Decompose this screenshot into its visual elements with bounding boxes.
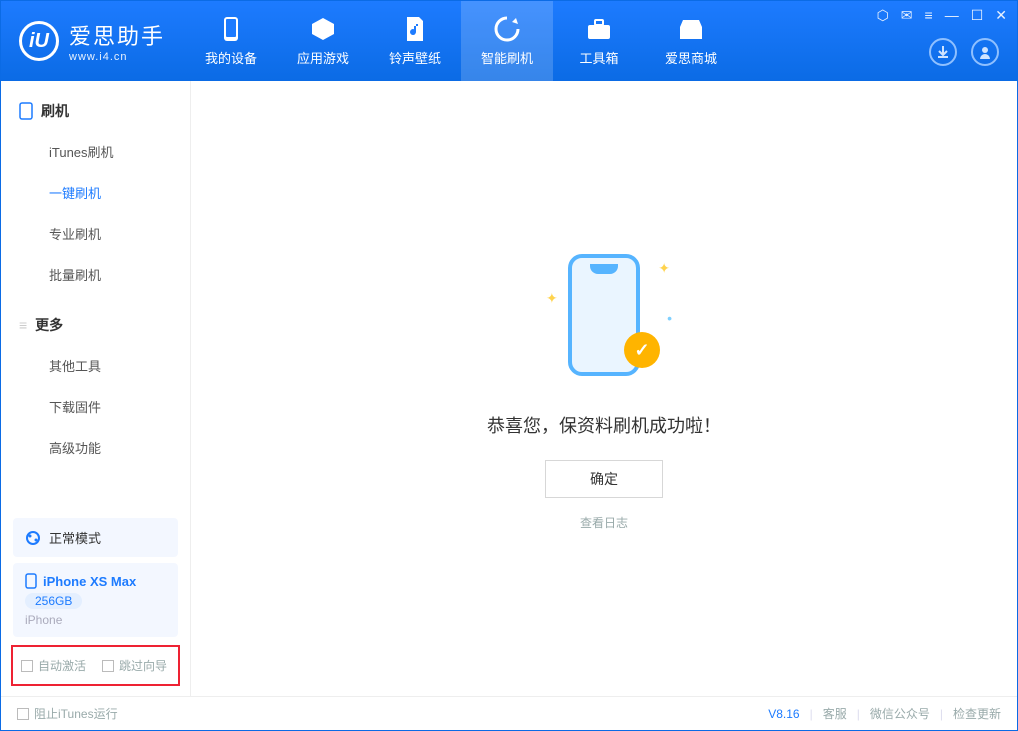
device-type: iPhone xyxy=(25,613,166,627)
tab-ringtone-wallpaper[interactable]: 铃声壁纸 xyxy=(369,1,461,81)
sparkle-icon: • xyxy=(667,310,672,326)
tab-label: 爱思商城 xyxy=(665,48,717,67)
device-name: iPhone XS Max xyxy=(43,574,136,589)
file-music-icon xyxy=(402,16,428,42)
list-icon: ≡ xyxy=(19,317,27,333)
sidebar-group-flash: 刷机 iTunes刷机 一键刷机 专业刷机 批量刷机 xyxy=(1,81,190,295)
minimize-button[interactable]: — xyxy=(945,7,959,24)
phone-small-icon xyxy=(25,573,37,589)
mode-label: 正常模式 xyxy=(49,528,101,547)
mode-card[interactable]: 正常模式 xyxy=(13,518,178,557)
right-icons xyxy=(929,38,999,66)
sidebar-item-oneclick-flash[interactable]: 一键刷机 xyxy=(1,172,190,213)
menu-icon[interactable]: ≡ xyxy=(925,7,933,24)
checkbox-block-itunes[interactable]: 阻止iTunes运行 xyxy=(17,705,118,722)
tab-store[interactable]: 爱思商城 xyxy=(645,1,737,81)
checkbox-label: 跳过向导 xyxy=(119,657,167,674)
checkbox-icon xyxy=(102,660,114,672)
tab-apps-games[interactable]: 应用游戏 xyxy=(277,1,369,81)
device-name-row: iPhone XS Max xyxy=(25,573,166,589)
close-button[interactable]: ✕ xyxy=(995,7,1007,24)
group-label: 刷机 xyxy=(41,101,69,121)
checkbox-label: 阻止iTunes运行 xyxy=(34,705,118,722)
checkbox-label: 自动激活 xyxy=(38,657,86,674)
tab-label: 铃声壁纸 xyxy=(389,48,441,67)
checkbox-skip-wizard[interactable]: 跳过向导 xyxy=(102,657,167,674)
sidebar-group-more: ≡ 更多 其他工具 下载固件 高级功能 xyxy=(1,295,190,468)
cube-icon xyxy=(310,16,336,42)
statusbar-right: V8.16 | 客服 | 微信公众号 | 检查更新 xyxy=(768,705,1001,722)
window-controls: ⬡ ✉ ≡ — ☐ ✕ xyxy=(877,7,1007,24)
group-header-flash: 刷机 xyxy=(1,95,190,131)
brand: iU 爱思助手 www.i4.cn xyxy=(1,1,185,81)
device-capacity: 256GB xyxy=(25,593,82,609)
separator: | xyxy=(940,707,943,721)
toolbox-icon xyxy=(586,16,612,42)
app-window: iU 爱思助手 www.i4.cn 我的设备 应用游戏 铃声壁纸 智能刷机 xyxy=(0,0,1018,731)
tab-smart-flash[interactable]: 智能刷机 xyxy=(461,1,553,81)
check-update-link[interactable]: 检查更新 xyxy=(953,705,1001,722)
view-log-link[interactable]: 查看日志 xyxy=(580,514,628,531)
ok-button[interactable]: 确定 xyxy=(545,460,663,498)
tab-toolbox[interactable]: 工具箱 xyxy=(553,1,645,81)
brand-logo-icon: iU xyxy=(19,21,59,61)
checkbox-icon xyxy=(21,660,33,672)
tab-label: 工具箱 xyxy=(580,48,619,67)
sparkle-icon: ✦ xyxy=(546,290,558,307)
tab-label: 我的设备 xyxy=(205,48,257,67)
store-icon xyxy=(678,16,704,42)
brand-name: 爱思助手 xyxy=(69,19,165,51)
download-manager-button[interactable] xyxy=(929,38,957,66)
body: 刷机 iTunes刷机 一键刷机 专业刷机 批量刷机 ≡ 更多 其他工具 下载固… xyxy=(1,81,1017,696)
statusbar: 阻止iTunes运行 V8.16 | 客服 | 微信公众号 | 检查更新 xyxy=(1,696,1017,730)
sidebar-bottom: 正常模式 iPhone XS Max 256GB iPhone 自动激活 xyxy=(1,512,190,696)
sidebar-item-advanced[interactable]: 高级功能 xyxy=(1,427,190,468)
tab-my-device[interactable]: 我的设备 xyxy=(185,1,277,81)
device-card[interactable]: iPhone XS Max 256GB iPhone xyxy=(13,563,178,637)
tab-label: 智能刷机 xyxy=(481,48,533,67)
group-label: 更多 xyxy=(35,315,63,335)
checkbox-auto-activate[interactable]: 自动激活 xyxy=(21,657,86,674)
check-badge-icon: ✓ xyxy=(624,332,660,368)
sparkle-icon: ✦ xyxy=(658,260,670,277)
sidebar: 刷机 iTunes刷机 一键刷机 专业刷机 批量刷机 ≡ 更多 其他工具 下载固… xyxy=(1,81,191,696)
sidebar-item-pro-flash[interactable]: 专业刷机 xyxy=(1,213,190,254)
sidebar-item-itunes-flash[interactable]: iTunes刷机 xyxy=(1,131,190,172)
separator: | xyxy=(810,707,813,721)
maximize-button[interactable]: ☐ xyxy=(971,7,984,24)
phone-icon xyxy=(218,16,244,42)
mode-icon xyxy=(25,530,41,546)
highlighted-options: 自动激活 跳过向导 xyxy=(11,645,180,686)
sidebar-item-other-tools[interactable]: 其他工具 xyxy=(1,345,190,386)
success-message: 恭喜您，保资料刷机成功啦！ xyxy=(487,412,721,438)
title-right: ⬡ ✉ ≡ — ☐ ✕ xyxy=(877,1,1017,81)
brand-url: www.i4.cn xyxy=(69,51,165,63)
sidebar-item-download-firmware[interactable]: 下载固件 xyxy=(1,386,190,427)
separator: | xyxy=(857,707,860,721)
device-icon xyxy=(19,102,33,120)
user-account-button[interactable] xyxy=(971,38,999,66)
main-content: ✓ ✦ ✦ • 恭喜您，保资料刷机成功啦！ 确定 查看日志 xyxy=(191,81,1017,696)
refresh-shield-icon xyxy=(494,16,520,42)
shirt-icon[interactable]: ⬡ xyxy=(877,7,889,24)
checkbox-icon xyxy=(17,708,29,720)
support-link[interactable]: 客服 xyxy=(823,705,847,722)
brand-text: 爱思助手 www.i4.cn xyxy=(69,19,165,63)
success-illustration: ✓ ✦ ✦ • xyxy=(534,246,674,386)
sidebar-item-batch-flash[interactable]: 批量刷机 xyxy=(1,254,190,295)
nav-tabs: 我的设备 应用游戏 铃声壁纸 智能刷机 工具箱 爱思商城 xyxy=(185,1,737,81)
feedback-icon[interactable]: ✉ xyxy=(901,7,913,24)
titlebar: iU 爱思助手 www.i4.cn 我的设备 应用游戏 铃声壁纸 智能刷机 xyxy=(1,1,1017,81)
wechat-link[interactable]: 微信公众号 xyxy=(870,705,930,722)
version-label: V8.16 xyxy=(768,707,799,721)
tab-label: 应用游戏 xyxy=(297,48,349,67)
group-header-more: ≡ 更多 xyxy=(1,309,190,345)
